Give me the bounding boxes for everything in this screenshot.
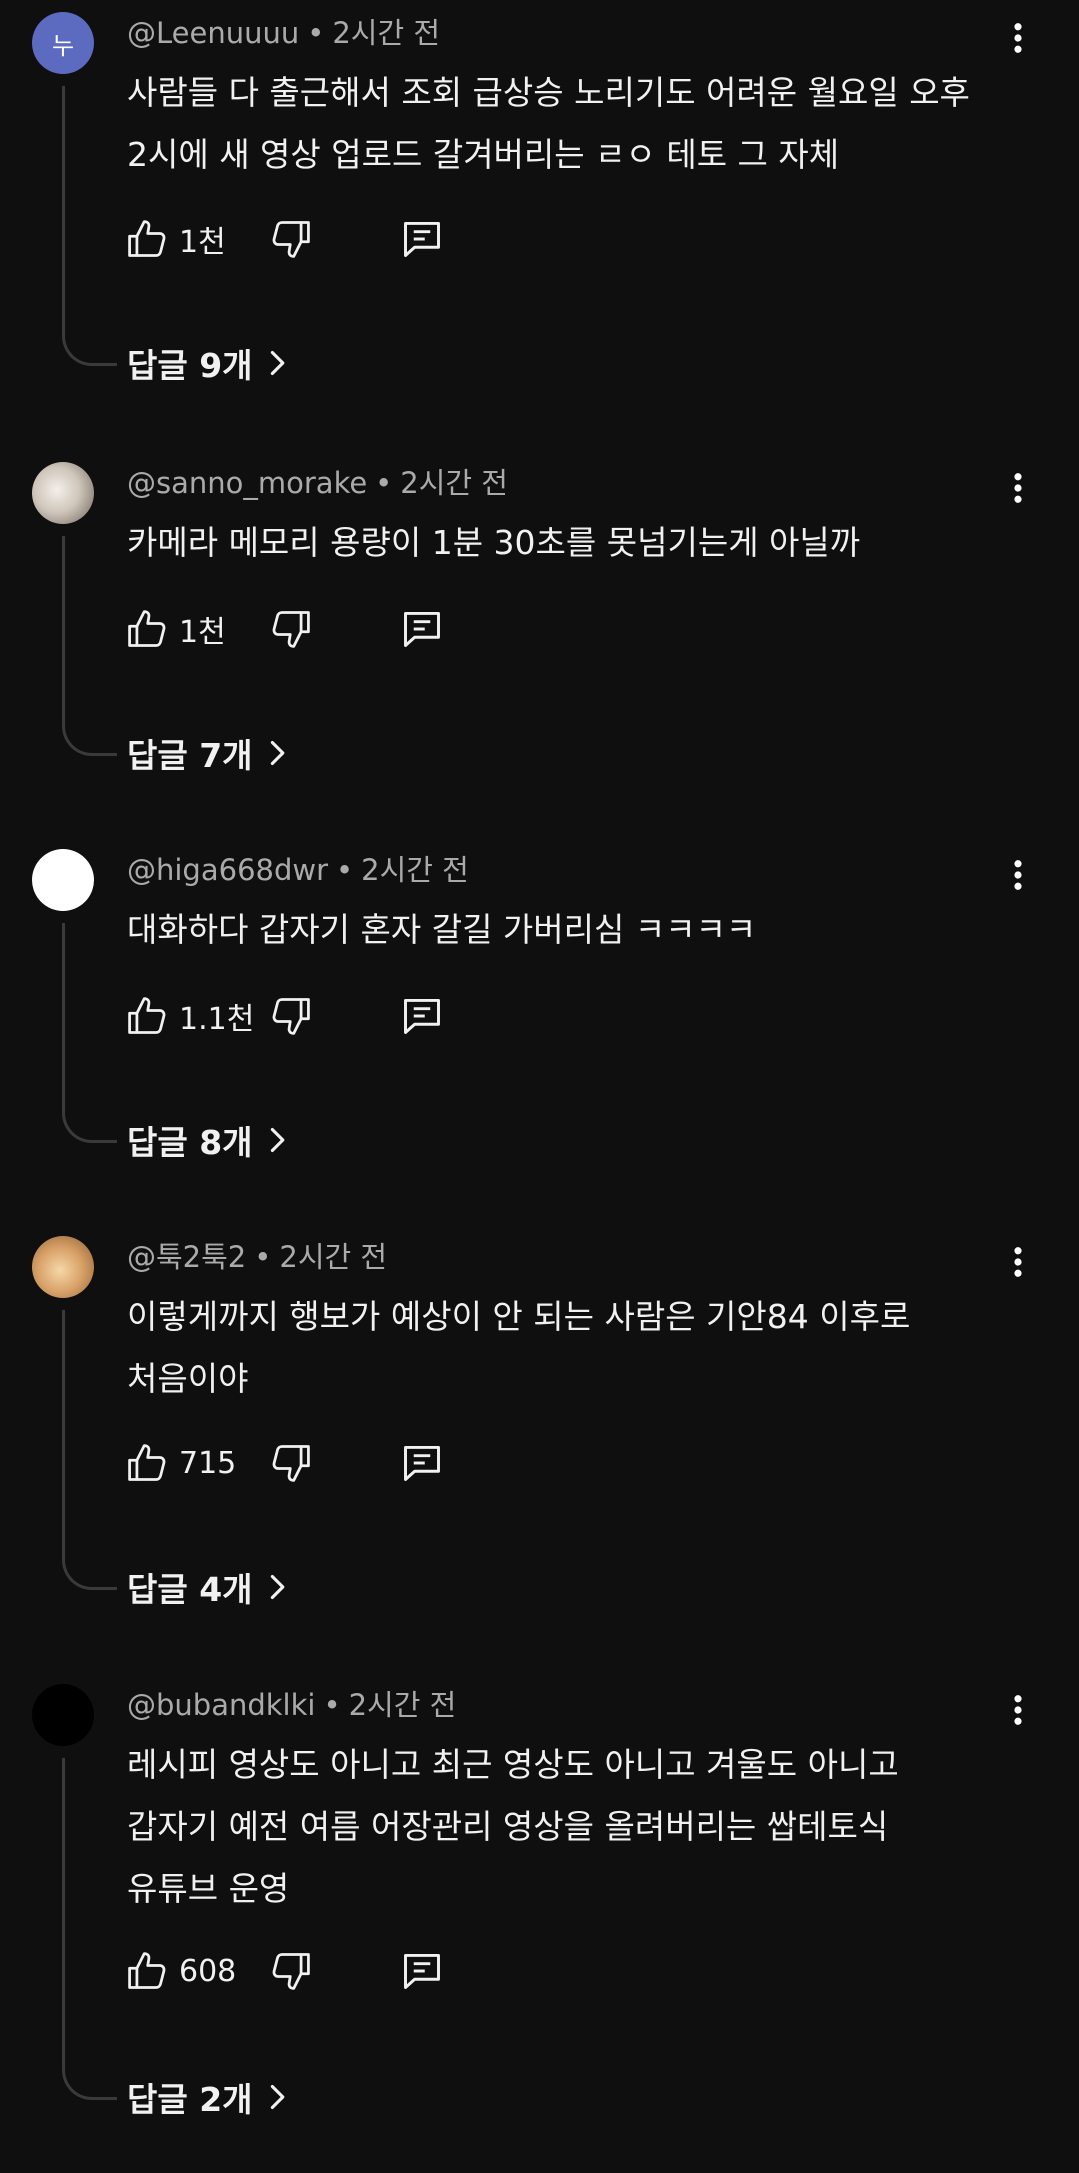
comment-text-line: 갑자기 예전 여름 어장관리 영상을 올려버리는 쌉테토식 xyxy=(127,1807,889,1846)
comment-icon xyxy=(404,998,440,1034)
comment-text: 이렇게까지 행보가 예상이 안 되는 사람은 기안84 이후로 처음이야 xyxy=(127,1286,1007,1410)
like-count: 1천 xyxy=(179,615,226,650)
dislike-button[interactable] xyxy=(269,1949,313,1993)
comment-actions: 1.1천 xyxy=(125,991,525,1041)
chevron-right-icon xyxy=(270,350,284,376)
comment-time: 2시간 전 xyxy=(400,466,508,500)
dislike-button[interactable] xyxy=(269,1441,313,1485)
thumb-up-icon xyxy=(128,610,166,647)
reply-thread-line xyxy=(62,923,117,1143)
comment-text-line: 이렇게까지 행보가 예상이 안 되는 사람은 기안84 이후로 xyxy=(127,1297,911,1336)
replies-count: 답글 4개 xyxy=(127,1570,253,1609)
like-button[interactable]: 1.1천 xyxy=(125,991,254,1041)
comment-text-line: 처음이야 xyxy=(127,1359,249,1398)
chevron-right-icon xyxy=(270,2084,284,2110)
comment-author[interactable]: @sanno_morake xyxy=(127,466,367,500)
view-replies-button[interactable]: 답글 9개 xyxy=(127,338,291,388)
comment-actions: 1천 xyxy=(125,604,525,654)
comment-time: 2시간 전 xyxy=(332,16,441,50)
view-replies-button[interactable]: 답글 8개 xyxy=(127,1115,291,1165)
comment-text: 카메라 메모리 용량이 1분 30초를 못넘기는게 아닐까 xyxy=(127,512,1007,574)
comment-text: 사람들 다 출근해서 조회 급상승 노리기도 어려운 월요일 오후 2시에 새 … xyxy=(127,62,1007,186)
comment-icon xyxy=(404,221,440,257)
like-button[interactable]: 1천 xyxy=(125,214,226,264)
avatar[interactable] xyxy=(32,1236,94,1298)
more-options-icon[interactable] xyxy=(1000,1244,1036,1280)
comment-text: 레시피 영상도 아니고 최근 영상도 아니고 겨울도 아니고 갑자기 예전 여름… xyxy=(127,1734,1007,1920)
dislike-button[interactable] xyxy=(269,217,313,261)
view-replies-button[interactable]: 답글 4개 xyxy=(127,1562,291,1612)
like-button[interactable]: 608 xyxy=(125,1946,236,1996)
comment-meta: @sanno_morake • 2시간 전 xyxy=(127,466,508,500)
more-options-icon[interactable] xyxy=(1000,20,1036,56)
more-options-icon[interactable] xyxy=(1000,857,1036,893)
comment-author[interactable]: @툭2툭2 xyxy=(127,1240,246,1274)
comment-time: 2시간 전 xyxy=(361,853,469,887)
comment-icon xyxy=(404,611,440,647)
reply-thread-line xyxy=(62,1310,117,1590)
more-options-icon[interactable] xyxy=(1000,1692,1036,1728)
view-replies-button[interactable]: 답글 7개 xyxy=(127,728,291,778)
like-button[interactable]: 1천 xyxy=(125,604,226,654)
like-count: 715 xyxy=(179,1445,237,1481)
thumb-up-icon xyxy=(128,220,166,257)
comment-text-line: 레시피 영상도 아니고 최근 영상도 아니고 겨울도 아니고 xyxy=(127,1745,899,1784)
reply-button[interactable] xyxy=(400,1441,444,1485)
like-count: 1.1천 xyxy=(179,1002,255,1037)
comment-icon xyxy=(404,1953,440,1989)
thumb-down-icon xyxy=(272,221,310,258)
comment-actions: 1천 xyxy=(125,214,525,264)
comment-text-line: 대화하다 갑자기 혼자 갈길 가버리심 ㅋㅋㅋㅋ xyxy=(127,910,757,949)
thumb-down-icon xyxy=(272,998,310,1035)
like-count: 608 xyxy=(179,1953,237,1989)
replies-count: 답글 8개 xyxy=(127,1123,253,1162)
comment-icon xyxy=(404,1445,440,1481)
thumb-down-icon xyxy=(272,1445,310,1482)
dislike-button[interactable] xyxy=(269,607,313,651)
thumb-down-icon xyxy=(272,1953,310,1990)
reply-thread-line xyxy=(62,86,117,366)
chevron-right-icon xyxy=(270,740,284,766)
dislike-button[interactable] xyxy=(269,994,313,1038)
avatar[interactable] xyxy=(32,849,94,911)
reply-button[interactable] xyxy=(400,994,444,1038)
comment-author[interactable]: @Leenuuuu xyxy=(127,16,299,50)
chevron-right-icon xyxy=(270,1574,284,1600)
comment-time: 2시간 전 xyxy=(279,1240,388,1274)
reply-thread-line xyxy=(62,536,117,756)
avatar[interactable] xyxy=(32,462,94,524)
replies-count: 답글 7개 xyxy=(127,736,253,775)
comment-actions: 715 xyxy=(125,1438,525,1488)
comment-meta: @툭2툭2 • 2시간 전 xyxy=(127,1240,388,1274)
comment-text-line: 사람들 다 출근해서 조회 급상승 노리기도 어려운 월요일 오후 xyxy=(127,73,970,112)
thumb-up-icon xyxy=(128,997,166,1034)
thumb-up-icon xyxy=(128,1444,166,1481)
comment-text-line: 2시에 새 영상 업로드 갈겨버리는 ㄹㅇ 테토 그 자체 xyxy=(127,135,840,174)
reply-thread-line xyxy=(62,1758,117,2100)
comment-meta: @bubandklki • 2시간 전 xyxy=(127,1688,457,1722)
thumb-up-icon xyxy=(128,1952,166,1989)
comment-meta: @Leenuuuu • 2시간 전 xyxy=(127,16,441,50)
chevron-right-icon xyxy=(270,1127,284,1153)
comment-time: 2시간 전 xyxy=(348,1688,457,1722)
comment-text-line: 카메라 메모리 용량이 1분 30초를 못넘기는게 아닐까 xyxy=(127,523,861,562)
comment-meta: @higa668dwr • 2시간 전 xyxy=(127,853,469,887)
view-replies-button[interactable]: 답글 2개 xyxy=(127,2072,291,2122)
avatar[interactable]: 누 xyxy=(32,12,94,74)
like-count: 1천 xyxy=(179,225,226,260)
replies-count: 답글 9개 xyxy=(127,346,253,385)
comment-author[interactable]: @bubandklki xyxy=(127,1688,315,1722)
reply-button[interactable] xyxy=(400,1949,444,1993)
more-options-icon[interactable] xyxy=(1000,470,1036,506)
comment-actions: 608 xyxy=(125,1946,525,1996)
reply-button[interactable] xyxy=(400,217,444,261)
comment-text: 대화하다 갑자기 혼자 갈길 가버리심 ㅋㅋㅋㅋ xyxy=(127,899,1007,961)
comment-text-line: 유튜브 운영 xyxy=(127,1869,290,1908)
replies-count: 답글 2개 xyxy=(127,2080,253,2119)
reply-button[interactable] xyxy=(400,607,444,651)
thumb-down-icon xyxy=(272,611,310,648)
like-button[interactable]: 715 xyxy=(125,1438,236,1488)
avatar[interactable] xyxy=(32,1684,94,1746)
comment-author[interactable]: @higa668dwr xyxy=(127,853,328,887)
